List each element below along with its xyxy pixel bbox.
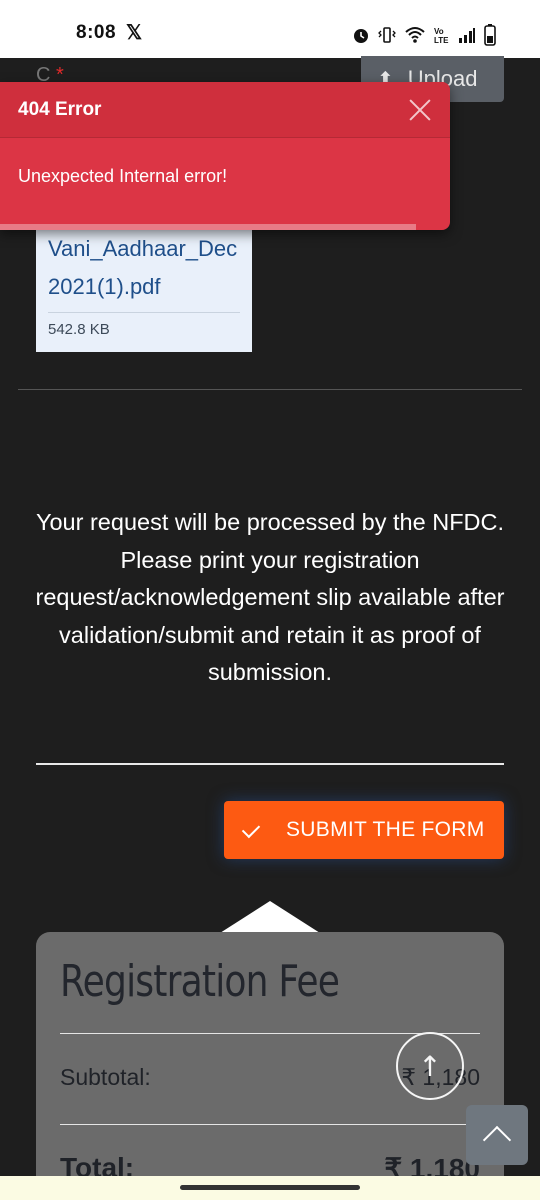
arrow-up-icon: ↑ bbox=[418, 1049, 442, 1083]
x-app-icon: 𝕏 bbox=[126, 22, 143, 44]
toast-header: 404 Error bbox=[0, 82, 450, 138]
section-divider bbox=[18, 389, 522, 390]
signal-icon bbox=[458, 26, 476, 48]
toast-message: Unexpected Internal error! bbox=[18, 166, 228, 186]
battery-icon bbox=[484, 24, 496, 50]
check-icon bbox=[244, 823, 266, 837]
fee-divider bbox=[60, 1124, 480, 1125]
subtotal-label: Subtotal: bbox=[60, 1064, 151, 1090]
scroll-up-circle-button[interactable]: ↑ bbox=[396, 1032, 464, 1100]
submission-notice: Your request will be processed by the NF… bbox=[35, 509, 505, 685]
file-card-divider bbox=[48, 312, 240, 313]
status-bar: 8:08 𝕏 Vo LTE bbox=[0, 0, 540, 58]
back-to-top-button[interactable] bbox=[466, 1105, 528, 1165]
alarm-icon bbox=[352, 26, 370, 48]
submit-form-button[interactable]: SUBMIT THE FORM bbox=[224, 801, 504, 859]
status-time: 8:08 bbox=[76, 22, 117, 43]
status-icons: Vo LTE bbox=[352, 24, 496, 50]
uploaded-file-card[interactable]: Vani_Aadhaar_Dec2021(1).pdf 542.8 KB bbox=[36, 222, 252, 352]
vibrate-icon bbox=[378, 26, 396, 48]
file-name[interactable]: Vani_Aadhaar_Dec2021(1).pdf bbox=[48, 230, 240, 306]
home-indicator[interactable] bbox=[180, 1185, 360, 1190]
fee-card-pointer bbox=[220, 901, 320, 933]
chevron-up-icon bbox=[482, 1125, 512, 1155]
close-icon[interactable] bbox=[408, 98, 432, 122]
fee-title: Registration Fee bbox=[60, 956, 340, 1007]
error-toast: 404 Error Unexpected Internal error! bbox=[0, 82, 450, 230]
file-size: 542.8 KB bbox=[48, 321, 110, 338]
svg-text:Vo: Vo bbox=[434, 27, 444, 36]
screen: 8:08 𝕏 Vo LTE C * ⬆ Upload Vani_Aadhaar_… bbox=[0, 0, 540, 1200]
notice-divider bbox=[36, 763, 504, 765]
wifi-icon bbox=[404, 26, 426, 48]
toast-progress-bar bbox=[0, 224, 416, 230]
volte-icon: Vo LTE bbox=[434, 26, 450, 48]
submit-button-label: SUBMIT THE FORM bbox=[286, 818, 485, 841]
svg-text:LTE: LTE bbox=[434, 36, 449, 44]
toast-title: 404 Error bbox=[18, 98, 102, 120]
